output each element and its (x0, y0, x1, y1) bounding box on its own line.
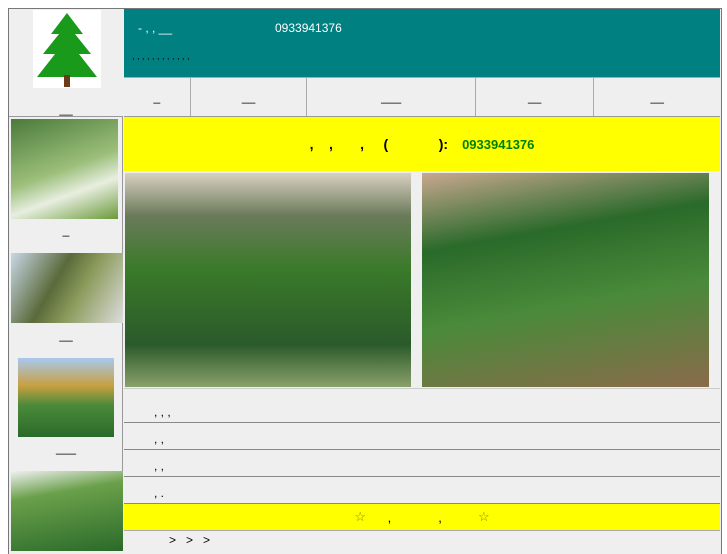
sidebar-caption[interactable]: __ (9, 328, 123, 342)
logo[interactable]: __ (9, 9, 123, 117)
header-phone: 0933941376 (275, 21, 342, 35)
info-row: , , (124, 450, 720, 477)
banner-text: , , , ( ): (309, 136, 449, 152)
star-icon: ☆ (477, 509, 490, 524)
footer-banner: ☆ , , ☆ (124, 504, 720, 531)
info-row: , , (124, 423, 720, 450)
logo-caption: __ (58, 102, 73, 116)
sidebar-caption[interactable]: _ (9, 223, 123, 237)
sidebar: __ _ __ ___ (9, 9, 123, 551)
banner-phone: 0933941376 (462, 136, 535, 152)
nav-item[interactable]: __ (191, 78, 308, 116)
info-row: , . (124, 477, 720, 504)
sidebar-photo-palms[interactable] (11, 471, 123, 551)
sidebar-photo-garden[interactable] (18, 358, 114, 437)
photo-plant-removal[interactable] (422, 173, 709, 387)
nav-item[interactable]: ___ (307, 78, 476, 116)
site-header: - , , __ 0933941376 , , , , , , , , , , … (124, 9, 720, 77)
site-title: - , , __ (138, 21, 173, 35)
header-subtitle: , , , , , , , , , , , , (132, 51, 190, 61)
sidebar-photo-tree[interactable] (11, 253, 123, 323)
tree-logo-icon: __ (33, 10, 101, 116)
photo-hedge-trimming[interactable] (125, 173, 411, 387)
promo-banner: , , , ( ): 0933941376 (124, 117, 720, 171)
nav-bar: _ __ ___ __ __ (124, 77, 720, 117)
nav-item[interactable]: __ (594, 78, 720, 116)
page-frame: __ _ __ ___ - , , __ 0933941376 , , , , … (8, 8, 722, 554)
nav-item[interactable]: _ (124, 78, 191, 116)
sidebar-photo-trimming[interactable] (11, 119, 118, 219)
nav-item[interactable]: __ (476, 78, 595, 116)
sidebar-caption[interactable]: ___ (9, 441, 123, 455)
footer-banner-text: , , (366, 509, 478, 525)
info-row: , , , (124, 388, 720, 423)
star-icon: ☆ (354, 509, 367, 524)
